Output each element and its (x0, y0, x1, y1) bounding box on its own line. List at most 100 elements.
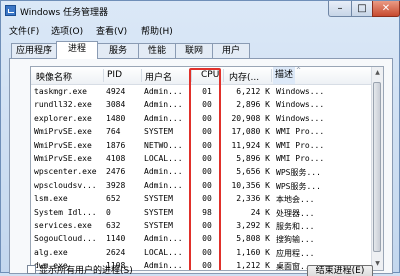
process-memory: 24 K (250, 207, 270, 217)
process-name: lsm.exe (34, 194, 68, 204)
processes-panel: 映像名称 PID 用户名 CPU 内存(... 描述 ^ taskmgr.exe… (9, 58, 393, 274)
process-description: 服务和... (276, 222, 315, 231)
process-cpu: 00 (202, 180, 212, 190)
process-pid: 0 (106, 207, 111, 217)
process-pid: 764 (106, 127, 121, 137)
menu-file[interactable]: 文件(F) (9, 24, 39, 37)
column-header-image-name[interactable]: 映像名称 (36, 70, 72, 83)
process-list: 映像名称 PID 用户名 CPU 内存(... 描述 ^ taskmgr.exe… (30, 66, 384, 271)
table-row[interactable]: WmiPrvSE.exe 1876 NETWO... 00 11,924 K WMI Pr… (31, 139, 373, 152)
process-cpu: 00 (202, 247, 212, 257)
process-username: Admin... (144, 180, 183, 190)
process-pid: 2624 (106, 247, 126, 257)
process-name: WmiPrvSE.exe (34, 127, 92, 137)
column-divider[interactable] (271, 69, 272, 82)
tab-applications[interactable]: 应用程序 (11, 43, 57, 58)
scroll-up-icon[interactable]: ▲ (373, 68, 382, 78)
process-username: SYSTEM (144, 127, 173, 137)
process-description: Windows... (276, 100, 325, 110)
table-row[interactable]: services.exe 632 SYSTEM 00 3,292 K 服务和... (31, 219, 373, 232)
column-header-pid[interactable]: PID (107, 70, 122, 80)
column-divider[interactable] (191, 69, 192, 82)
process-memory: 17,080 K (231, 127, 270, 137)
column-divider[interactable] (141, 69, 142, 82)
process-username: NETWO... (144, 140, 183, 150)
table-row[interactable]: wpscenter.exe 2476 Admin... 00 5,656 K WPS服务.… (31, 165, 373, 178)
tab-networking[interactable]: 联网 (175, 43, 213, 58)
menu-help[interactable]: 帮助(H) (141, 24, 173, 37)
process-description: WMI Pro... (276, 127, 325, 137)
column-divider[interactable] (223, 69, 224, 82)
tab-processes[interactable]: 进程 (56, 41, 98, 59)
process-cpu: 01 (202, 87, 212, 96)
process-cpu: 00 (202, 167, 212, 177)
column-header-username[interactable]: 用户名 (145, 70, 172, 83)
column-divider[interactable] (103, 69, 104, 82)
menu-view[interactable]: 查看(V) (96, 24, 127, 37)
table-row[interactable]: rundll32.exe 3084 Admin... 00 2,896 K Windows… (31, 98, 373, 111)
process-memory: 1,160 K (236, 247, 270, 257)
table-row[interactable]: wpscloudsv... 3928 Admin... 00 10,356 K WPS服务… (31, 179, 373, 192)
table-row[interactable]: lsm.exe 652 SYSTEM 00 2,336 K 本地会... (31, 192, 373, 205)
process-memory: 11,924 K (231, 140, 270, 150)
tab-services[interactable]: 服务 (97, 43, 139, 58)
process-pid: 1876 (106, 140, 126, 150)
process-memory: 10,356 K (231, 180, 270, 190)
table-row[interactable]: taskmgr.exe 4924 Admin... 01 6,212 K Windows.… (31, 85, 373, 98)
minimize-button[interactable]: – (328, 1, 352, 17)
process-username: SYSTEM (144, 194, 173, 204)
process-username: Admin... (144, 234, 183, 244)
process-memory: 6,212 K (236, 87, 270, 96)
tab-users[interactable]: 用户 (212, 43, 250, 58)
sort-ascending-icon: ^ (296, 67, 302, 74)
process-username: SYSTEM (144, 207, 173, 217)
close-button[interactable]: ✕ (372, 1, 400, 17)
scrollbar-thumb[interactable] (373, 82, 381, 252)
process-cpu: 00 (202, 140, 212, 150)
process-pid: 2476 (106, 167, 126, 177)
process-description: WPS服务... (276, 168, 321, 178)
maximize-button[interactable]: □ (351, 1, 373, 17)
process-username: Admin... (144, 167, 183, 177)
end-process-button[interactable]: 结束进程(E) (307, 265, 373, 276)
process-cpu: 00 (202, 221, 212, 230)
task-manager-icon (5, 5, 16, 16)
process-name: wpscenter.exe (34, 167, 97, 177)
process-username: Admin... (144, 87, 183, 96)
process-cpu: 98 (202, 207, 212, 217)
process-username: LOCAL... (144, 154, 183, 163)
table-row[interactable]: explorer.exe 1480 Admin... 00 20,908 K Window… (31, 112, 373, 125)
table-row[interactable]: System Idl... 0 SYSTEM 98 24 K 处理器... (31, 206, 373, 219)
process-cpu: 00 (202, 113, 212, 123)
tab-performance[interactable]: 性能 (138, 43, 176, 58)
column-header-description[interactable]: 描述 (273, 67, 296, 84)
process-username: Admin... (144, 113, 183, 123)
column-header-memory[interactable]: 内存(... (229, 70, 259, 83)
process-username: SYSTEM (144, 221, 173, 230)
process-description: 本地会... (276, 195, 315, 205)
process-memory: 5,656 K (236, 167, 270, 177)
title-bar: Windows 任务管理器 – □ ✕ (1, 1, 400, 21)
table-row[interactable]: WmiPrvSE.exe 764 SYSTEM 00 17,080 K WMI Pro..… (31, 125, 373, 138)
process-cpu: 00 (202, 234, 212, 244)
vertical-scrollbar[interactable]: ▲ ▼ (371, 67, 383, 270)
window-title: Windows 任务管理器 (20, 8, 109, 18)
column-header-cpu[interactable]: CPU (201, 70, 219, 80)
process-description: 应用程... (276, 248, 315, 258)
process-description: WPS服务... (276, 181, 321, 191)
table-row[interactable]: SogouCloud... 1140 Admin... 00 5,808 K 搜狗输... (31, 232, 373, 245)
menu-options[interactable]: 选项(O) (51, 24, 83, 37)
process-pid: 1480 (106, 113, 126, 123)
process-pid: 632 (106, 221, 121, 230)
menu-bar: 文件(F) 选项(O) 查看(V) 帮助(H) (1, 22, 400, 37)
process-username: Admin... (144, 100, 183, 110)
table-row[interactable]: WmiPrvSE.exe 4108 LOCAL... 00 5,896 K WMI Pro… (31, 152, 373, 165)
process-name: taskmgr.exe (34, 87, 87, 96)
process-pid: 1140 (106, 234, 126, 244)
process-description: WMI Pro... (276, 154, 325, 163)
column-header-row: 映像名称 PID 用户名 CPU 内存(... 描述 ^ (31, 67, 373, 85)
table-row[interactable]: alg.exe 2624 LOCAL... 00 1,160 K 应用程... (31, 246, 373, 259)
process-memory: 5,808 K (236, 234, 270, 244)
show-all-users-label: 显示所有用户的进程(S) (39, 266, 133, 276)
process-pid: 3928 (106, 180, 126, 190)
